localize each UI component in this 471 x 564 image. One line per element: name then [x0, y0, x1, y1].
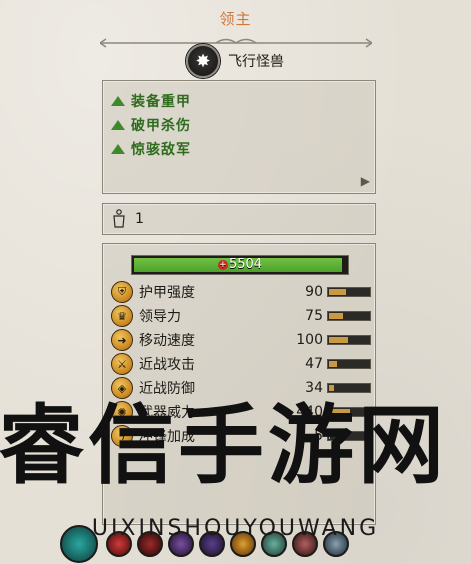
stat-row-charge-bonus[interactable]: ϟ 冲锋加成 5: [111, 424, 371, 448]
stat-name: 武器威力: [139, 405, 195, 421]
stat-bar: [327, 407, 371, 417]
stat-bar: [327, 311, 371, 321]
charge-bonus-icon: ϟ: [111, 425, 133, 447]
unit-type-label: 飞行怪兽: [228, 54, 284, 70]
expand-arrow-icon[interactable]: ▶: [361, 174, 370, 188]
health-value-wrap: +5504: [132, 256, 348, 274]
stat-row-leadership[interactable]: ♛ 领导力 75: [111, 304, 371, 328]
stat-value: 47: [305, 356, 323, 372]
flying-monster-emblem-icon: ✸: [186, 44, 220, 78]
melee-attack-icon: ⚔: [111, 353, 133, 375]
stat-value: 440: [296, 404, 323, 420]
ability-item[interactable]: 惊骇敌军: [111, 137, 375, 161]
weapon-strength-icon: ✺: [111, 401, 133, 423]
armor-icon: ⛨: [111, 281, 133, 303]
stat-value: 34: [305, 380, 323, 396]
stat-row-armor[interactable]: ⛨ 护甲强度 90: [111, 280, 371, 304]
stat-name: 移动速度: [139, 333, 195, 349]
stat-value: 90: [305, 284, 323, 300]
stat-value: 100: [296, 332, 323, 348]
ability-label: 破甲杀伤: [131, 118, 191, 134]
stat-value: 5: [314, 428, 323, 444]
ability-item[interactable]: 装备重甲: [111, 89, 375, 113]
watermark-subtext: UIXINSHOUYOUWANG: [91, 516, 380, 541]
ability-item[interactable]: 破甲杀伤: [111, 113, 375, 137]
abilities-panel: 装备重甲 破甲杀伤 惊骇敌军 ▶: [102, 80, 376, 194]
stat-value: 75: [305, 308, 323, 324]
stat-bar-fill: [329, 385, 335, 391]
stat-bar: [327, 431, 371, 441]
speed-icon: ➜: [111, 329, 133, 351]
health-value: 5504: [228, 257, 263, 272]
leadership-icon: ♛: [111, 305, 133, 327]
stat-bar: [327, 383, 371, 393]
stat-bar-fill: [329, 337, 348, 343]
stat-bar: [327, 287, 371, 297]
ability-label: 惊骇敌军: [131, 142, 191, 158]
stat-bar-fill: [329, 361, 338, 367]
stat-row-melee-defense[interactable]: ◈ 近战防御 34: [111, 376, 371, 400]
stat-name: 近战防御: [139, 381, 195, 397]
rank-value: 1: [135, 211, 144, 227]
green-up-triangle-icon: [111, 144, 125, 154]
stat-name: 冲锋加成: [139, 429, 195, 445]
stat-bar-fill: [329, 289, 346, 295]
stat-name: 领导力: [139, 309, 181, 325]
green-up-triangle-icon: [111, 120, 125, 130]
stat-name: 护甲强度: [139, 285, 195, 301]
stat-bar-fill: [329, 409, 351, 415]
stat-name: 近战攻击: [139, 357, 195, 373]
stat-row-speed[interactable]: ➜ 移动速度 100: [111, 328, 371, 352]
unit-type-header: ✸ 飞行怪兽: [186, 44, 284, 78]
stats-panel: +5504 ⛨ 护甲强度 90 ♛ 领导力 75 ➜ 移动速度 100 ⚔ 近战…: [102, 243, 376, 525]
melee-defense-icon: ◈: [111, 377, 133, 399]
health-plus-icon: +: [217, 260, 228, 270]
ability-label: 装备重甲: [131, 94, 191, 110]
rank-chevron-icon: [113, 209, 125, 228]
page-title: 领主: [219, 10, 252, 28]
rank-panel: 1: [102, 203, 376, 235]
stat-bar: [327, 359, 371, 369]
stat-bar-fill: [329, 313, 343, 319]
green-up-triangle-icon: [111, 96, 125, 106]
health-bar: +5504: [131, 255, 349, 275]
stat-bar: [327, 335, 371, 345]
stat-row-weapon-strength[interactable]: ✺ 武器威力 440: [111, 400, 371, 424]
stat-row-melee-attack[interactable]: ⚔ 近战攻击 47: [111, 352, 371, 376]
